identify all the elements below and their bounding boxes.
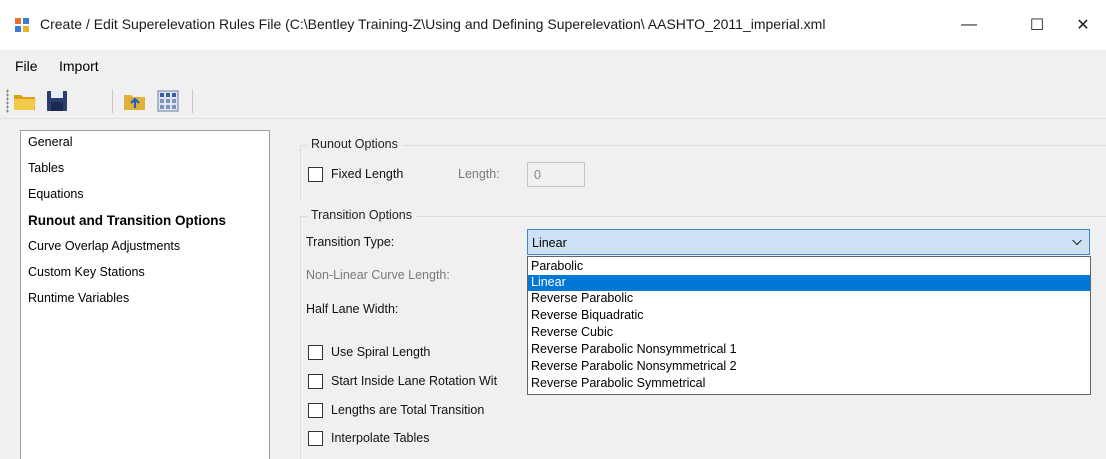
transition-type-dropdown: Parabolic Linear Reverse Parabolic Rever… [527, 256, 1091, 395]
menu-import[interactable]: Import [59, 58, 99, 74]
use-spiral-length-label: Use Spiral Length [331, 345, 431, 359]
dropdown-option[interactable]: Reverse Cubic [528, 325, 1090, 341]
import-icon[interactable] [122, 88, 148, 114]
title-bar: Create / Edit Superelevation Rules File … [0, 0, 1106, 50]
interpolate-tables-label: Interpolate Tables [331, 431, 430, 445]
toolbar-grip[interactable] [6, 89, 9, 113]
nav-item-general[interactable]: General [28, 135, 72, 149]
grid-icon[interactable] [155, 88, 181, 114]
runout-options-group [300, 145, 1106, 200]
nav-item-curve-overlap[interactable]: Curve Overlap Adjustments [28, 239, 180, 253]
fixed-length-label: Fixed Length [331, 167, 404, 181]
dropdown-option[interactable]: Reverse Parabolic Symmetrical [528, 376, 1090, 392]
half-lane-width-label: Half Lane Width: [306, 302, 399, 316]
toolbar-separator [112, 89, 113, 113]
chevron-down-icon [1072, 239, 1082, 246]
nav-item-equations[interactable]: Equations [28, 187, 84, 201]
dropdown-option[interactable]: Parabolic [528, 259, 1090, 275]
close-button[interactable]: ✕ [1060, 0, 1106, 50]
app-icon [15, 18, 29, 32]
fixed-length-checkbox[interactable] [308, 167, 323, 182]
folder-open-icon[interactable] [12, 88, 38, 114]
nav-item-runtime-variables[interactable]: Runtime Variables [28, 291, 129, 305]
transition-type-select[interactable]: Linear [527, 229, 1090, 255]
start-inside-lane-checkbox[interactable] [308, 374, 323, 389]
window-title: Create / Edit Superelevation Rules File … [40, 16, 826, 32]
runout-options-title: Runout Options [307, 137, 402, 151]
minimize-button[interactable]: — [946, 0, 992, 50]
dropdown-option[interactable]: Reverse Parabolic Nonsymmetrical 2 [528, 359, 1090, 375]
toolbar [0, 81, 1106, 119]
lengths-total-transition-checkbox[interactable] [308, 403, 323, 418]
nav-item-runout-transition[interactable]: Runout and Transition Options [28, 213, 226, 228]
nav-item-tables[interactable]: Tables [28, 161, 64, 175]
length-input[interactable]: 0 [527, 162, 585, 187]
maximize-button[interactable]: ☐ [1014, 0, 1060, 50]
save-icon[interactable] [44, 88, 70, 114]
dropdown-option[interactable]: Reverse Parabolic Nonsymmetrical 1 [528, 342, 1090, 358]
interpolate-tables-checkbox[interactable] [308, 431, 323, 446]
transition-type-value: Linear [532, 236, 567, 250]
menu-bar: File Import [0, 50, 1106, 80]
dropdown-option[interactable]: Reverse Biquadratic [528, 308, 1090, 324]
menu-file[interactable]: File [15, 58, 38, 74]
nav-item-custom-key-stations[interactable]: Custom Key Stations [28, 265, 145, 279]
non-linear-curve-length-label: Non-Linear Curve Length: [306, 268, 450, 282]
lengths-total-transition-label: Lengths are Total Transition [331, 403, 485, 417]
use-spiral-length-checkbox[interactable] [308, 345, 323, 360]
nav-list: General Tables Equations Runout and Tran… [20, 130, 270, 459]
toolbar-separator [192, 89, 193, 113]
dropdown-option-selected[interactable]: Linear [528, 275, 1090, 291]
transition-type-label: Transition Type: [306, 235, 395, 249]
length-label: Length: [458, 167, 500, 181]
start-inside-lane-label: Start Inside Lane Rotation Wit [331, 374, 498, 388]
dropdown-option[interactable]: Reverse Parabolic [528, 291, 1090, 307]
transition-options-title: Transition Options [307, 208, 416, 222]
